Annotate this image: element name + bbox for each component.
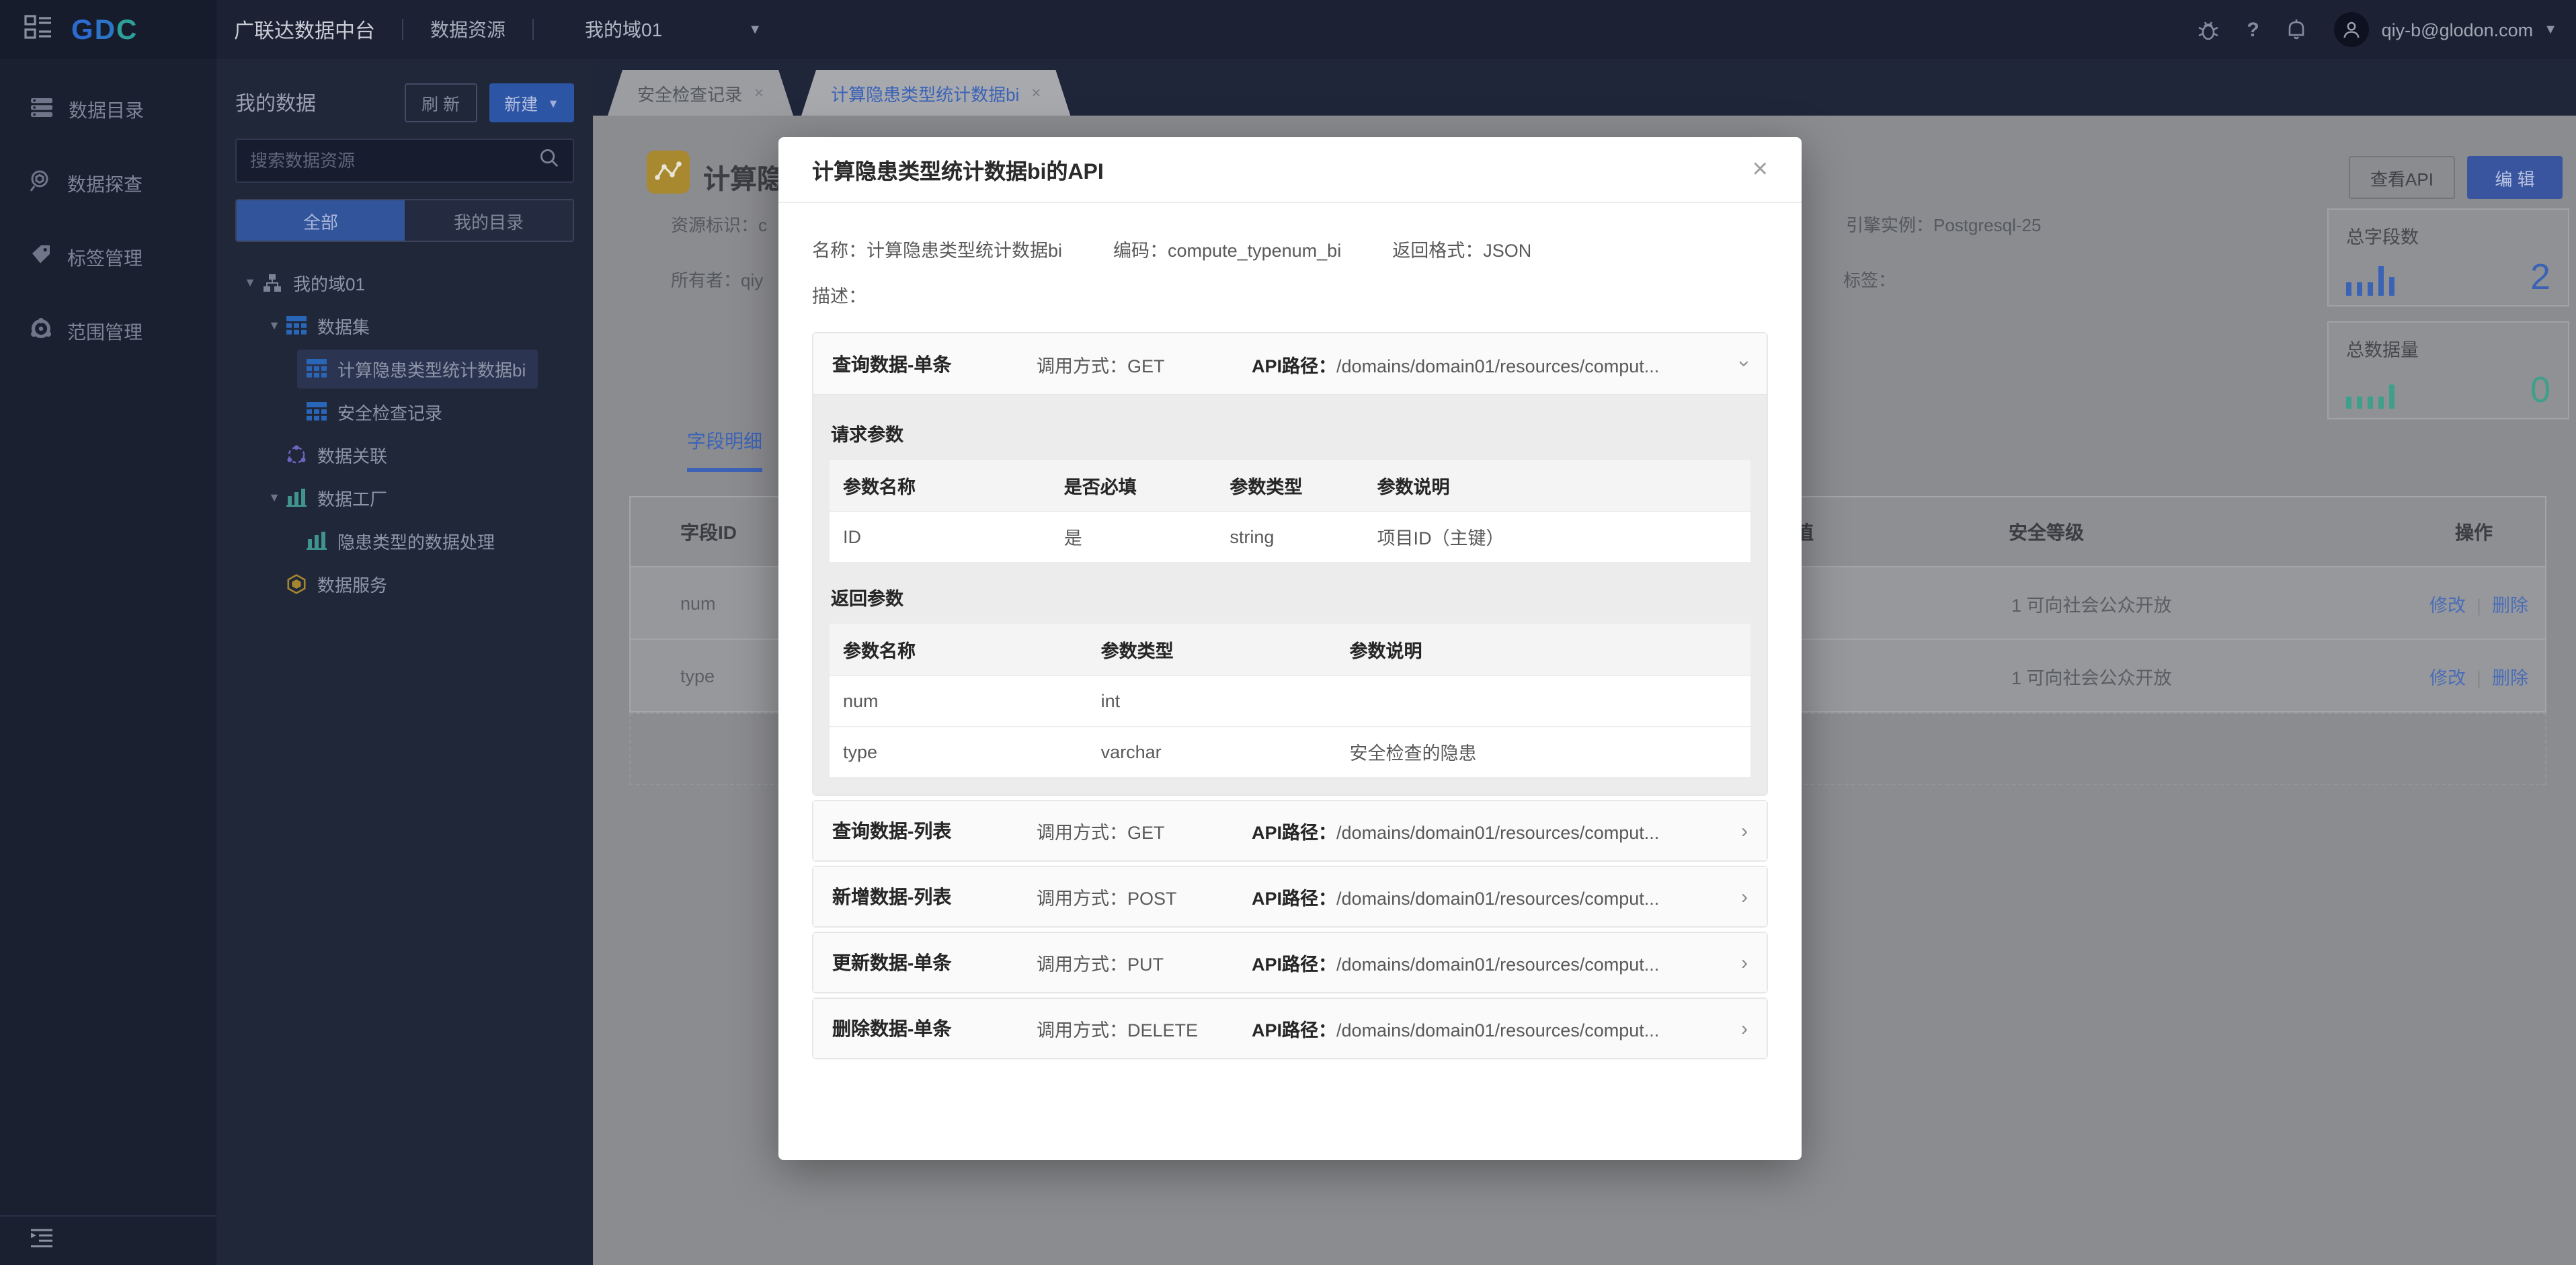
api-section-header[interactable]: 更新数据-单条 调用方式：PUT API路径：/domains/domain01… (813, 933, 1767, 992)
col-param-desc: 参数说明 (1364, 460, 1750, 511)
app-root: GDC 广联达数据中台 数据资源 我的域01 ▼ ? (0, 0, 2576, 1265)
modal-title: 计算隐患类型统计数据bi的API (812, 153, 1104, 186)
chevron-right-icon[interactable]: › (1728, 885, 1748, 908)
api-section-header[interactable]: 查询数据-单条 调用方式：GET API路径：/domains/domain01… (813, 333, 1767, 394)
api-section-header[interactable]: 查询数据-列表 调用方式：GET API路径：/domains/domain01… (813, 801, 1767, 860)
api-path: API路径：/domains/domain01/resources/comput… (1252, 949, 1659, 976)
api-path: API路径：/domains/domain01/resources/comput… (1252, 1015, 1659, 1042)
api-path: API路径：/domains/domain01/resources/comput… (1252, 883, 1659, 910)
api-path: API路径：/domains/domain01/resources/comput… (1252, 350, 1659, 377)
field-description: 描述： (812, 281, 1768, 308)
col-param-desc: 参数说明 (1336, 624, 1750, 675)
chevron-right-icon[interactable]: › (1728, 1017, 1748, 1040)
chevron-down-icon[interactable]: › (1733, 360, 1756, 367)
api-section-delete-single: 删除数据-单条 调用方式：DELETE API路径：/domains/domai… (812, 997, 1768, 1059)
api-path: API路径：/domains/domain01/resources/comput… (1252, 817, 1659, 844)
api-method: 调用方式：PUT (1037, 949, 1252, 976)
col-param-name: 参数名称 (830, 624, 1088, 675)
api-section-name: 查询数据-单条 (832, 350, 1037, 377)
response-params-table: 参数名称 参数类型 参数说明 num int type varchar (830, 624, 1750, 777)
field-name: 名称：计算隐患类型统计数据bi (812, 235, 1062, 262)
api-section-name: 删除数据-单条 (832, 1015, 1037, 1042)
api-section-header[interactable]: 删除数据-单条 调用方式：DELETE API路径：/domains/domai… (813, 999, 1767, 1058)
chevron-right-icon[interactable]: › (1728, 819, 1748, 842)
field-code: 编码：compute_typenum_bi (1113, 235, 1341, 262)
api-method: 调用方式：GET (1037, 817, 1252, 844)
api-section-query-single: 查询数据-单条 调用方式：GET API路径：/domains/domain01… (812, 332, 1768, 796)
param-row: num int (830, 675, 1750, 726)
api-method: 调用方式：DELETE (1037, 1015, 1252, 1042)
response-params-title: 返回参数 (831, 583, 1750, 610)
api-section-update-single: 更新数据-单条 调用方式：PUT API路径：/domains/domain01… (812, 932, 1768, 993)
api-section-name: 新增数据-列表 (832, 883, 1037, 910)
field-return-format: 返回格式：JSON (1392, 235, 1531, 262)
param-row: ID 是 string 项目ID（主键） (830, 511, 1750, 562)
api-method: 调用方式：GET (1037, 350, 1252, 377)
api-section-name: 更新数据-单条 (832, 949, 1037, 976)
request-params-table: 参数名称 是否必填 参数类型 参数说明 ID 是 string 项目ID（主键） (830, 460, 1750, 562)
col-required: 是否必填 (1051, 460, 1217, 511)
col-param-name: 参数名称 (830, 460, 1051, 511)
api-section-name: 查询数据-列表 (832, 817, 1037, 844)
chevron-right-icon[interactable]: › (1728, 951, 1748, 974)
col-param-type: 参数类型 (1088, 624, 1336, 675)
col-param-type: 参数类型 (1216, 460, 1363, 511)
api-section-header[interactable]: 新增数据-列表 调用方式：POST API路径：/domains/domain0… (813, 867, 1767, 926)
param-row: type varchar 安全检查的隐患 (830, 726, 1750, 777)
api-summary-fields: 名称：计算隐患类型统计数据bi 编码：compute_typenum_bi 返回… (812, 235, 1768, 262)
api-method: 调用方式：POST (1037, 883, 1252, 910)
request-params-title: 请求参数 (831, 419, 1750, 446)
api-section-query-list: 查询数据-列表 调用方式：GET API路径：/domains/domain01… (812, 800, 1768, 862)
api-section-create-list: 新增数据-列表 调用方式：POST API路径：/domains/domain0… (812, 866, 1768, 928)
modal-header: 计算隐患类型统计数据bi的API × (778, 137, 1802, 203)
api-section-body: 请求参数 参数名称 是否必填 参数类型 参数说明 ID 是 string (813, 394, 1767, 794)
api-details-modal: 计算隐患类型统计数据bi的API × 名称：计算隐患类型统计数据bi 编码：co… (778, 137, 1802, 1160)
close-icon[interactable]: × (1753, 156, 1768, 183)
